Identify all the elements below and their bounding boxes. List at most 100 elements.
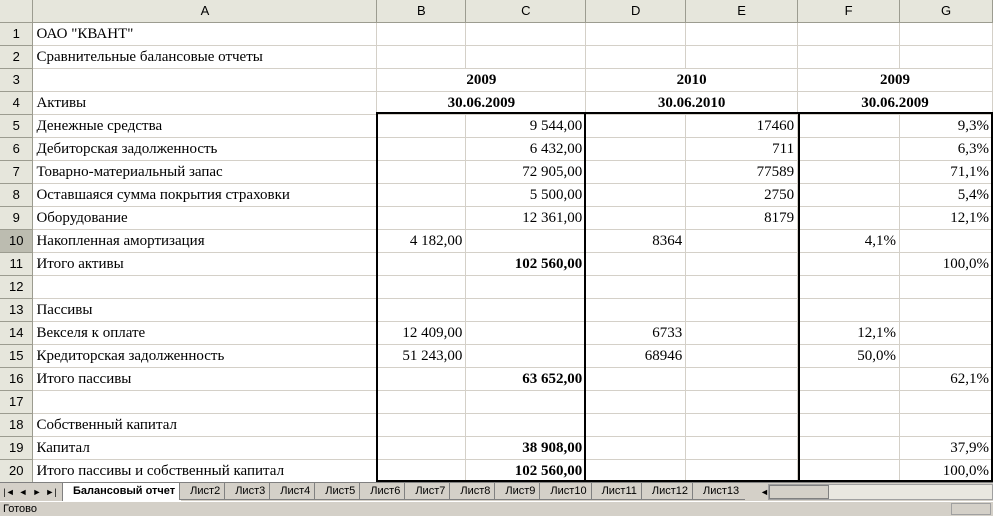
tab-balance-sheet[interactable]: Балансовый отчет bbox=[62, 483, 182, 501]
tab-sheet-12[interactable]: Лист12 bbox=[640, 483, 695, 500]
cell-b6[interactable] bbox=[376, 137, 467, 161]
cell-d14[interactable]: 6733 bbox=[585, 321, 687, 345]
cell-c7[interactable]: 72 905,00 bbox=[465, 160, 587, 184]
cell-c15[interactable] bbox=[465, 344, 587, 368]
cell-b10[interactable]: 4 182,00 bbox=[376, 229, 467, 253]
cell-a2[interactable]: Сравнительные балансовые отчеты bbox=[32, 45, 378, 69]
row-header-2[interactable]: 2 bbox=[0, 45, 34, 69]
cell-g11[interactable]: 100,0% bbox=[899, 252, 993, 276]
cell-c16[interactable]: 63 652,00 bbox=[465, 367, 587, 391]
cell-a11[interactable]: Итого активы bbox=[32, 252, 378, 276]
cell-c8[interactable]: 5 500,00 bbox=[465, 183, 587, 207]
tab-sheet-7[interactable]: Лист7 bbox=[404, 483, 452, 500]
cell-e5[interactable]: 17460 bbox=[685, 114, 799, 138]
cell-a14[interactable]: Векселя к оплате bbox=[32, 321, 378, 345]
cell-f5[interactable] bbox=[797, 114, 901, 138]
cell-bc3[interactable]: 2009 bbox=[376, 68, 587, 92]
cell-d2[interactable] bbox=[585, 45, 687, 69]
cell-a4[interactable]: Активы bbox=[32, 91, 378, 115]
tab-sheet-8[interactable]: Лист8 bbox=[449, 483, 497, 500]
cell-a6[interactable]: Дебиторская задолженность bbox=[32, 137, 378, 161]
cell-d5[interactable] bbox=[585, 114, 687, 138]
cell-d19[interactable] bbox=[585, 436, 687, 460]
cell-d20[interactable] bbox=[585, 459, 687, 482]
cell-f13[interactable] bbox=[797, 298, 901, 322]
cell-e11[interactable] bbox=[685, 252, 799, 276]
cell-f8[interactable] bbox=[797, 183, 901, 207]
select-all-corner[interactable] bbox=[0, 0, 34, 23]
column-header-e[interactable]: E bbox=[685, 0, 799, 23]
column-header-g[interactable]: G bbox=[899, 0, 993, 23]
cell-a10[interactable]: Накопленная амортизация bbox=[32, 229, 378, 253]
cell-e1[interactable] bbox=[685, 22, 799, 46]
cell-a17[interactable] bbox=[32, 390, 378, 414]
cell-a1[interactable]: ОАО "КВАНТ" bbox=[32, 22, 378, 46]
cell-e6[interactable]: 711 bbox=[685, 137, 799, 161]
cell-e2[interactable] bbox=[685, 45, 799, 69]
cell-e12[interactable] bbox=[685, 275, 799, 299]
cell-e15[interactable] bbox=[685, 344, 799, 368]
cell-e19[interactable] bbox=[685, 436, 799, 460]
cell-f17[interactable] bbox=[797, 390, 901, 414]
cell-b18[interactable] bbox=[376, 413, 467, 437]
cell-fg3[interactable]: 2009 bbox=[797, 68, 993, 92]
cell-fg4[interactable]: 30.06.2009 bbox=[797, 91, 993, 115]
tab-sheet-13[interactable]: Лист13 bbox=[692, 483, 746, 500]
row-header-9[interactable]: 9 bbox=[0, 206, 34, 230]
cell-b2[interactable] bbox=[376, 45, 467, 69]
cell-de4[interactable]: 30.06.2010 bbox=[585, 91, 799, 115]
cell-c1[interactable] bbox=[465, 22, 587, 46]
cell-e13[interactable] bbox=[685, 298, 799, 322]
row-header-4[interactable]: 4 bbox=[0, 91, 34, 115]
cell-b19[interactable] bbox=[376, 436, 467, 460]
cell-a9[interactable]: Оборудование bbox=[32, 206, 378, 230]
cell-g10[interactable] bbox=[899, 229, 993, 253]
cell-d12[interactable] bbox=[585, 275, 687, 299]
cell-f19[interactable] bbox=[797, 436, 901, 460]
cell-f10[interactable]: 4,1% bbox=[797, 229, 901, 253]
cell-c17[interactable] bbox=[465, 390, 587, 414]
cell-f2[interactable] bbox=[797, 45, 901, 69]
cell-b8[interactable] bbox=[376, 183, 467, 207]
last-sheet-icon[interactable]: ►| bbox=[44, 484, 58, 500]
row-header-8[interactable]: 8 bbox=[0, 183, 34, 207]
cell-c9[interactable]: 12 361,00 bbox=[465, 206, 587, 230]
cell-a19[interactable]: Капитал bbox=[32, 436, 378, 460]
cell-g19[interactable]: 37,9% bbox=[899, 436, 993, 460]
cell-d13[interactable] bbox=[585, 298, 687, 322]
cell-b7[interactable] bbox=[376, 160, 467, 184]
cell-a12[interactable] bbox=[32, 275, 378, 299]
cell-e18[interactable] bbox=[685, 413, 799, 437]
cell-f6[interactable] bbox=[797, 137, 901, 161]
cell-f1[interactable] bbox=[797, 22, 901, 46]
horizontal-scrollbar[interactable] bbox=[768, 484, 993, 500]
cell-g12[interactable] bbox=[899, 275, 993, 299]
row-header-12[interactable]: 12 bbox=[0, 275, 34, 299]
cell-g16[interactable]: 62,1% bbox=[899, 367, 993, 391]
tab-sheet-5[interactable]: Лист5 bbox=[314, 483, 362, 500]
cell-e8[interactable]: 2750 bbox=[685, 183, 799, 207]
cell-b15[interactable]: 51 243,00 bbox=[376, 344, 467, 368]
cell-c2[interactable] bbox=[465, 45, 587, 69]
cell-e20[interactable] bbox=[685, 459, 799, 482]
cell-d10[interactable]: 8364 bbox=[585, 229, 687, 253]
tab-sheet-10[interactable]: Лист10 bbox=[539, 483, 593, 500]
cell-e14[interactable] bbox=[685, 321, 799, 345]
tab-sheet-4[interactable]: Лист4 bbox=[269, 483, 317, 500]
cell-f20[interactable] bbox=[797, 459, 901, 482]
cell-e16[interactable] bbox=[685, 367, 799, 391]
cell-f18[interactable] bbox=[797, 413, 901, 437]
cell-c13[interactable] bbox=[465, 298, 587, 322]
cell-a15[interactable]: Кредиторская задолженность bbox=[32, 344, 378, 368]
cell-b14[interactable]: 12 409,00 bbox=[376, 321, 467, 345]
cell-a13[interactable]: Пассивы bbox=[32, 298, 378, 322]
column-header-c[interactable]: C bbox=[465, 0, 587, 23]
cell-b1[interactable] bbox=[376, 22, 467, 46]
cell-f7[interactable] bbox=[797, 160, 901, 184]
tab-sheet-2[interactable]: Лист2 bbox=[179, 483, 227, 500]
row-header-11[interactable]: 11 bbox=[0, 252, 34, 276]
cell-d1[interactable] bbox=[585, 22, 687, 46]
cell-g1[interactable] bbox=[899, 22, 993, 46]
row-header-7[interactable]: 7 bbox=[0, 160, 34, 184]
cell-de3[interactable]: 2010 bbox=[585, 68, 799, 92]
